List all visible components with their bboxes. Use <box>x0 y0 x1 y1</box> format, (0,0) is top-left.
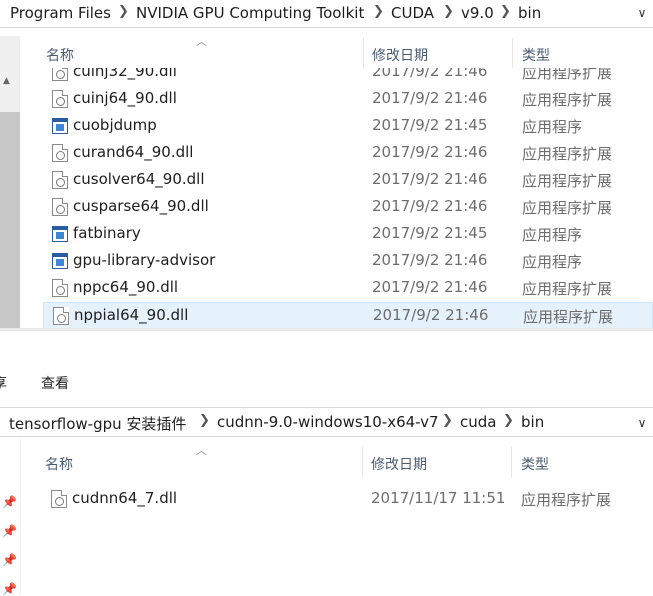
file-type: 应用程序 <box>522 253 583 271</box>
file-modified-date: 2017/9/2 21:46 <box>372 251 488 269</box>
file-name: cuobjdump <box>73 116 157 134</box>
file-modified-date: 2017/9/2 21:46 <box>372 89 488 107</box>
file-row[interactable]: fatbinary 2017/9/2 21:45 应用程序 <box>43 221 653 248</box>
file-modified-date: 2017/11/17 11:51 <box>371 489 506 507</box>
file-type: 应用程序 <box>522 226 583 244</box>
file-name: curand64_90.dll <box>73 143 194 161</box>
dll-file-icon <box>52 279 68 297</box>
file-name: cusolver64_90.dll <box>73 170 205 188</box>
file-row[interactable]: gpu-library-advisor 2017/9/2 21:46 应用程序 <box>43 248 653 275</box>
file-row[interactable]: cuinj64_90.dll 2017/9/2 21:46 应用程序扩展 <box>43 86 653 113</box>
chevron-right-icon[interactable]: ❯ <box>500 4 511 19</box>
breadcrumb-program-files[interactable]: Program Files <box>10 4 111 22</box>
file-modified-date: 2017/9/2 21:45 <box>372 224 488 242</box>
column-header-name[interactable]: 名称 <box>43 38 363 68</box>
breadcrumb-cuda[interactable]: CUDA <box>391 4 434 22</box>
file-row[interactable]: cudnn64_7.dll 2017/11/17 11:51 应用程序扩展 <box>42 486 652 513</box>
file-name: cusparse64_90.dll <box>73 197 209 215</box>
chevron-right-icon[interactable]: ❯ <box>443 4 454 19</box>
file-type: 应用程序扩展 <box>522 280 613 298</box>
file-row[interactable]: cuinj32_90.dll 2017/9/2 21:46 应用程序扩展 <box>43 68 653 86</box>
file-name: cuinj32_90.dll <box>73 68 177 80</box>
chevron-right-icon[interactable]: ❯ <box>373 4 384 19</box>
file-modified-date: 2017/9/2 21:45 <box>372 116 488 134</box>
dll-file-icon <box>52 198 68 216</box>
column-header-date-label: 修改日期 <box>372 48 428 64</box>
breadcrumb-nvidia-toolkit[interactable]: NVIDIA GPU Computing Toolkit <box>136 4 364 22</box>
file-type: 应用程序扩展 <box>522 199 613 217</box>
file-row[interactable]: cusolver64_90.dll 2017/9/2 21:46 应用程序扩展 <box>43 167 653 194</box>
file-type: 应用程序 <box>522 118 583 136</box>
dll-file-icon <box>51 490 67 508</box>
dll-file-icon <box>52 90 68 108</box>
dll-file-icon <box>53 307 69 325</box>
top-explorer-window: Program Files ❯ NVIDIA GPU Computing Too… <box>0 0 653 348</box>
chevron-down-icon[interactable]: ∨ <box>633 4 651 22</box>
file-type: 应用程序扩展 <box>522 68 613 82</box>
exe-file-icon <box>52 118 68 134</box>
file-name: gpu-library-advisor <box>73 251 216 269</box>
exe-file-icon <box>52 226 68 242</box>
file-name: nppial64_90.dll <box>74 306 189 324</box>
dll-file-icon <box>52 144 68 162</box>
column-header-type-label: 类型 <box>522 48 550 64</box>
file-modified-date: 2017/9/2 21:46 <box>372 143 488 161</box>
address-bar[interactable]: Program Files ❯ NVIDIA GPU Computing Too… <box>0 0 653 28</box>
file-row[interactable]: curand64_90.dll 2017/9/2 21:46 应用程序扩展 <box>43 140 653 167</box>
file-row[interactable]: nppial64_90.dll 2017/9/2 21:46 应用程序扩展 <box>43 302 653 328</box>
file-type: 应用程序扩展 <box>521 491 612 509</box>
file-modified-date: 2017/9/2 21:46 <box>372 170 488 188</box>
chevron-right-icon[interactable]: ❯ <box>118 4 129 19</box>
file-name: fatbinary <box>73 224 141 242</box>
bottom-explorer-window: 享 查看 tensorflow-gpu 安装插件 ❯ cudnn-9.0-win… <box>0 331 653 596</box>
file-type: 应用程序扩展 <box>522 145 613 163</box>
file-list: cuinj32_90.dll 2017/9/2 21:46 应用程序扩展 cuinj6… <box>0 68 653 328</box>
file-modified-date: 2017/9/2 21:46 <box>372 197 488 215</box>
file-row[interactable]: nppc64_90.dll 2017/9/2 21:46 应用程序扩展 <box>43 275 653 302</box>
file-type: 应用程序扩展 <box>522 172 613 190</box>
file-name: cuinj64_90.dll <box>73 89 177 107</box>
file-row[interactable]: cusparse64_90.dll 2017/9/2 21:46 应用程序扩展 <box>43 194 653 221</box>
file-modified-date: 2017/9/2 21:46 <box>372 278 488 296</box>
file-type: 应用程序扩展 <box>522 91 613 109</box>
file-row[interactable]: cuobjdump 2017/9/2 21:45 应用程序 <box>43 113 653 140</box>
file-modified-date: 2017/9/2 21:46 <box>373 306 489 324</box>
breadcrumb-version[interactable]: v9.0 <box>461 4 494 22</box>
file-type: 应用程序扩展 <box>523 308 614 326</box>
column-header-name-label: 名称 <box>46 48 74 64</box>
dll-file-icon <box>52 171 68 189</box>
column-header-type[interactable]: 类型 <box>513 38 653 68</box>
column-header-date[interactable]: 修改日期 <box>364 38 512 68</box>
file-list: cudnn64_7.dll 2017/11/17 11:51 应用程序扩展 <box>0 331 653 595</box>
exe-file-icon <box>52 253 68 269</box>
dll-file-icon <box>52 68 68 81</box>
file-name: nppc64_90.dll <box>73 278 179 296</box>
file-name: cudnn64_7.dll <box>72 489 178 507</box>
file-modified-date: 2017/9/2 21:46 <box>372 68 488 80</box>
breadcrumb-bin[interactable]: bin <box>518 4 541 22</box>
